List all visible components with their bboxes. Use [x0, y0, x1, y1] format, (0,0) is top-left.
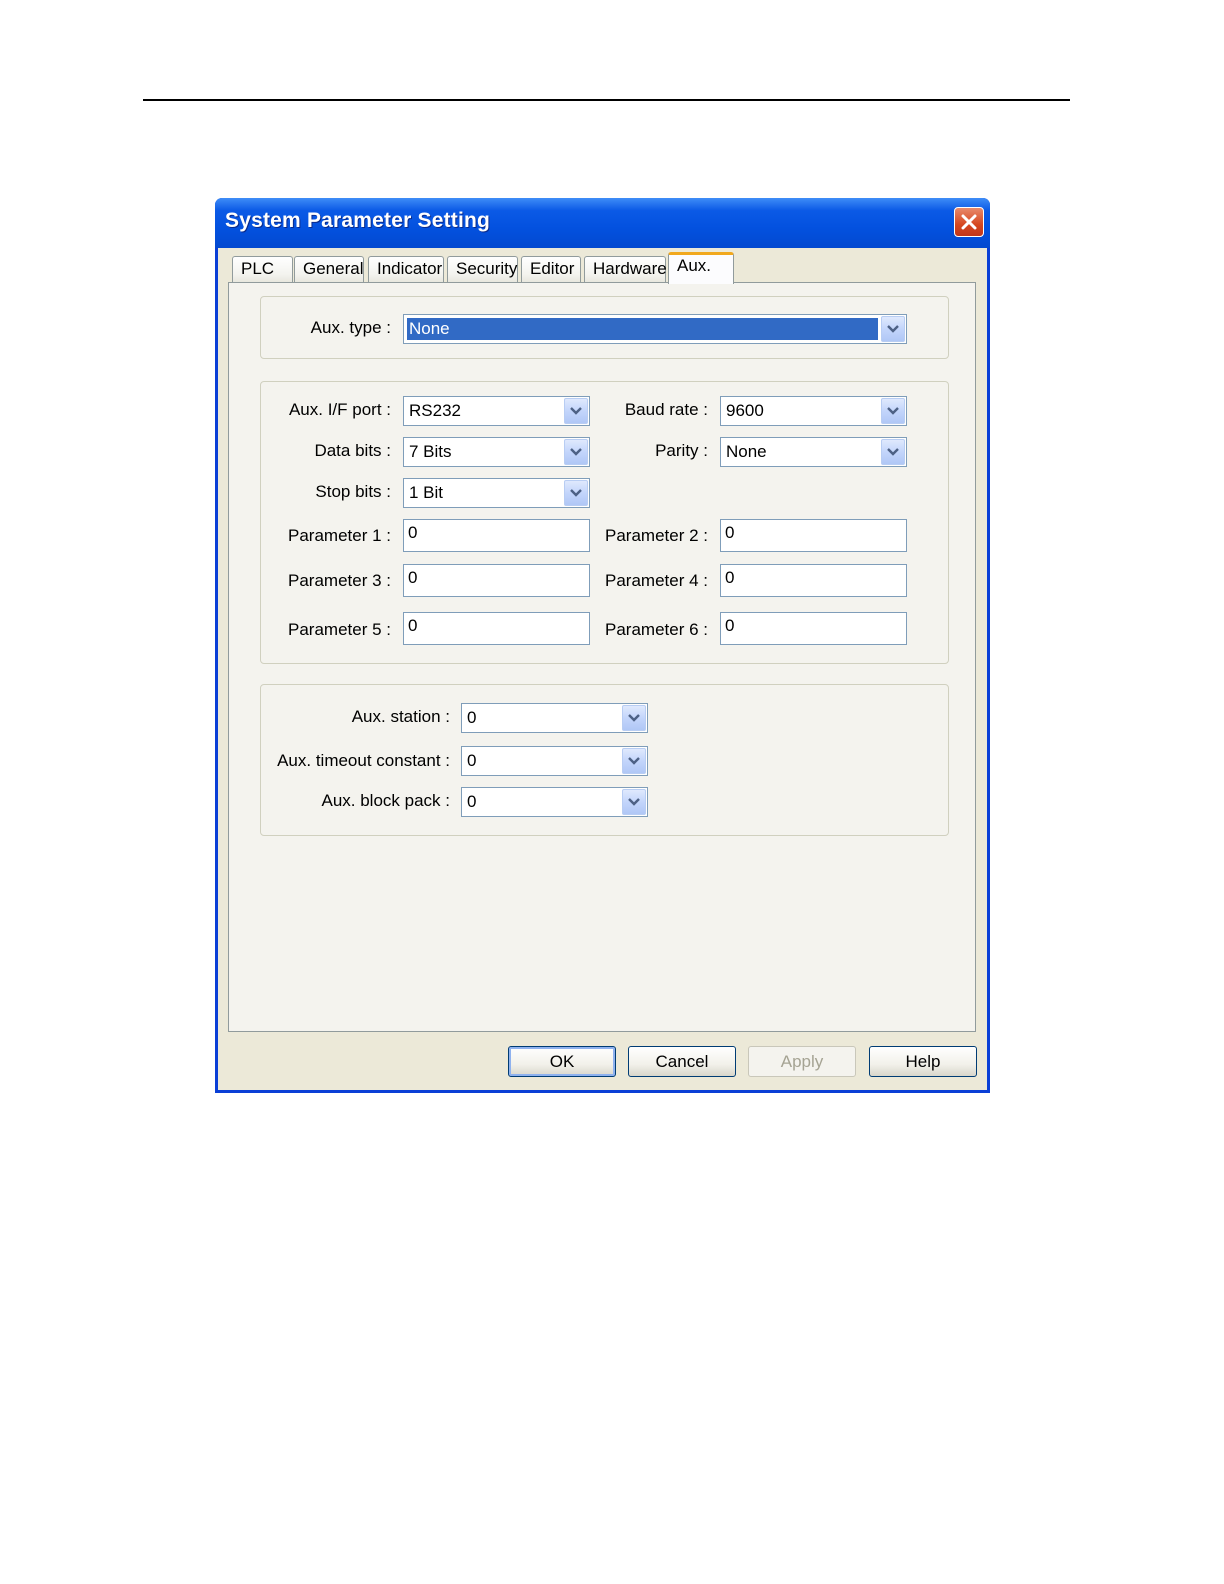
parameter-2-value: 0	[725, 523, 735, 542]
chevron-down-icon	[628, 757, 640, 765]
aux-type-value: None	[407, 318, 878, 340]
chevron-down-icon	[570, 489, 582, 497]
aux-timeout-label: Aux. timeout constant :	[277, 751, 450, 770]
tab-editor[interactable]: Editor	[521, 256, 581, 282]
chevron-down-icon	[570, 448, 582, 456]
chevron-down-icon	[887, 448, 899, 456]
data-bits-select[interactable]: 7 Bits	[403, 437, 590, 467]
parameter-3-label: Parameter 3 :	[288, 571, 391, 590]
aux-block-pack-label: Aux. block pack :	[321, 791, 450, 810]
aux-timeout-select[interactable]: 0	[461, 746, 648, 776]
title-bar[interactable]: System Parameter Setting	[215, 198, 990, 248]
parameter-4-label: Parameter 4 :	[605, 571, 708, 590]
parameter-4-input[interactable]: 0	[720, 564, 907, 597]
tab-general[interactable]: General	[294, 256, 364, 282]
aux-if-port-value: RS232	[409, 401, 461, 420]
parameter-5-label: Parameter 5 :	[288, 620, 391, 639]
aux-station-select[interactable]: 0	[461, 703, 648, 733]
parameter-5-input[interactable]: 0	[403, 612, 590, 645]
system-parameter-dialog: System Parameter Setting PLC General Ind…	[215, 198, 990, 1093]
dropdown-button[interactable]	[622, 705, 646, 731]
parameter-1-input[interactable]: 0	[403, 519, 590, 552]
dropdown-button[interactable]	[622, 789, 646, 815]
tab-aux[interactable]: Aux.	[668, 252, 734, 284]
aux-type-label: Aux. type :	[310, 318, 391, 337]
tab-label: PLC	[241, 259, 275, 278]
parameter-2-input[interactable]: 0	[720, 519, 907, 552]
dropdown-button[interactable]	[881, 439, 905, 465]
chevron-down-icon	[570, 407, 582, 415]
tab-label: Aux.	[677, 256, 712, 275]
chevron-down-icon	[628, 798, 640, 806]
data-bits-value: 7 Bits	[409, 442, 452, 461]
stop-bits-value: 1 Bit	[409, 483, 444, 502]
data-bits-label: Data bits :	[314, 441, 391, 460]
stop-bits-select[interactable]: 1 Bit	[403, 478, 590, 508]
dropdown-button[interactable]	[564, 480, 588, 506]
chevron-down-icon	[887, 325, 899, 333]
dropdown-button[interactable]	[564, 439, 588, 465]
close-button[interactable]	[954, 207, 984, 237]
aux-timeout-value: 0	[467, 751, 477, 770]
aux-if-port-label: Aux. I/F port :	[288, 400, 391, 419]
ok-button[interactable]: OK	[508, 1046, 616, 1077]
dropdown-button[interactable]	[881, 398, 905, 424]
tab-plc[interactable]: PLC	[232, 256, 293, 282]
dropdown-button[interactable]	[881, 316, 905, 342]
tab-label: Indicator	[377, 259, 443, 278]
aux-tab-panel: Aux. type : None Aux. I/F port : RS232 B…	[228, 282, 976, 1032]
parameter-3-value: 0	[408, 568, 418, 587]
parameter-1-label: Parameter 1 :	[288, 526, 391, 545]
tab-label: Editor	[530, 259, 575, 278]
tab-label: Hardware	[593, 259, 667, 278]
dropdown-button[interactable]	[622, 748, 646, 774]
tab-label: Security	[456, 259, 518, 278]
parameter-3-input[interactable]: 0	[403, 564, 590, 597]
dialog-client-area: PLC General Indicator Security Editor Ha…	[218, 248, 987, 1090]
parameter-6-value: 0	[725, 616, 735, 635]
tab-hardware[interactable]: Hardware	[584, 256, 667, 282]
communication-group: Aux. I/F port : RS232 Baud rate : 9600 D…	[260, 381, 949, 664]
chevron-down-icon	[628, 714, 640, 722]
apply-button[interactable]: Apply	[748, 1046, 856, 1077]
aux-type-group: Aux. type : None	[260, 296, 949, 359]
baud-rate-label: Baud rate :	[624, 400, 708, 419]
parameter-6-label: Parameter 6 :	[605, 620, 708, 639]
parameter-1-value: 0	[408, 523, 418, 542]
aux-if-port-select[interactable]: RS232	[403, 396, 590, 426]
aux-type-select[interactable]: None	[403, 314, 907, 344]
aux-block-pack-select[interactable]: 0	[461, 787, 648, 817]
window-title: System Parameter Setting	[225, 209, 491, 232]
parity-label: Parity :	[655, 441, 708, 460]
baud-rate-select[interactable]: 9600	[720, 396, 907, 426]
aux-block-pack-value: 0	[467, 792, 477, 811]
dropdown-button[interactable]	[564, 398, 588, 424]
station-group: Aux. station : 0 Aux. timeout constant :…	[260, 684, 949, 836]
aux-station-label: Aux. station :	[351, 707, 450, 726]
page-header-rule	[143, 99, 1070, 101]
tab-security[interactable]: Security	[447, 256, 518, 282]
close-icon	[961, 214, 977, 230]
stop-bits-label: Stop bits :	[315, 482, 391, 501]
help-button[interactable]: Help	[869, 1046, 977, 1077]
parameter-5-value: 0	[408, 616, 418, 635]
chevron-down-icon	[887, 407, 899, 415]
tab-indicator[interactable]: Indicator	[368, 256, 444, 282]
parameter-6-input[interactable]: 0	[720, 612, 907, 645]
parameter-2-label: Parameter 2 :	[605, 526, 708, 545]
baud-rate-value: 9600	[726, 401, 764, 420]
parameter-4-value: 0	[725, 568, 735, 587]
parity-value: None	[726, 442, 767, 461]
cancel-button[interactable]: Cancel	[628, 1046, 736, 1077]
aux-station-value: 0	[467, 708, 477, 727]
parity-select[interactable]: None	[720, 437, 907, 467]
tab-label: General	[303, 259, 364, 278]
